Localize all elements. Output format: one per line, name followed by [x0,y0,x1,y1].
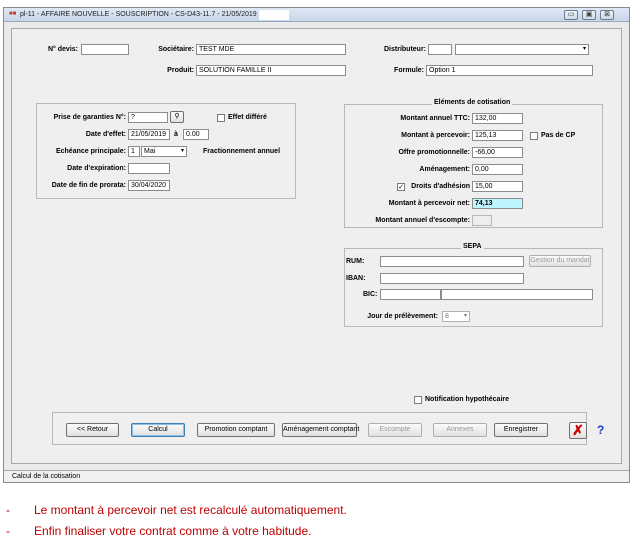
notification-checkbox[interactable] [414,396,422,404]
note-item: - Le montant à percevoir net est recalcul… [6,503,347,517]
amenagement-comptant-button[interactable]: Aménagement comptant [282,423,359,437]
restore-button[interactable]: ▣ [582,10,596,20]
montant-percevoir-label: Montant à percevoir: [401,132,470,139]
status-bar: Calcul de la cotisation [4,470,629,482]
calcul-button[interactable]: Calcul [131,423,185,437]
dropdown-arrow-icon: ▾ [463,313,467,319]
offre-promo-field[interactable]: -66,00 [472,147,523,158]
effet-differe-label: Effet différé [228,114,267,121]
magnifier-icon: ⚲ [174,113,180,120]
montant-net-label: Montant à percevoir net: [388,200,470,207]
cotisation-group-title: Eléments de cotisation [432,98,513,108]
note-text: Enfin finaliser votre contrat comme à vo… [34,524,312,538]
application-window: ■■ pl-11 - AFFAIRE NOUVELLE - SOUSCRIPTI… [3,7,630,483]
title-bar[interactable]: ■■ pl-11 - AFFAIRE NOUVELLE - SOUSCRIPTI… [4,8,629,22]
date-fin-prorata-field[interactable]: 30/04/2020 [128,180,170,191]
produit-field[interactable]: SOLUTION FAMILLE II [196,65,346,76]
societaire-field[interactable]: TEST MDE [196,44,346,55]
date-effet-field[interactable]: 21/05/2019 [128,129,170,140]
sepa-group-title: SEPA [461,242,484,252]
rum-label: RUM: [346,258,365,265]
echeance-label: Echéance principale: [55,148,126,155]
echeance-mois-select[interactable]: Mai ▾ [141,146,187,157]
annexes-button[interactable]: Annexes [433,423,487,437]
fractionnement-label: Fractionnement annuel [203,148,281,155]
note-item: - Enfin finaliser votre contrat comme à v… [6,524,312,538]
num-devis-label: N° devis: [47,46,78,53]
note-text: Le montant à percevoir net est recalculé… [34,503,347,517]
montant-percevoir-field[interactable]: 125,13 [472,130,523,141]
escompte-button[interactable]: Escompte [368,423,422,437]
droits-adhesion-field[interactable]: 15,00 [472,181,523,192]
minimize-button[interactable]: ▭ [564,10,578,20]
instruction-notes: - Le montant à percevoir net est recalcul… [6,500,347,542]
bic-field[interactable] [380,289,441,300]
promotion-comptant-button[interactable]: Promotion comptant [197,423,275,437]
produit-label: Produit: [167,67,194,74]
retour-button[interactable]: << Retour [66,423,119,437]
jour-prelevement-select[interactable]: 8 ▾ [442,311,470,322]
montant-net-field[interactable]: 74,13 [472,198,523,209]
montant-escompte-label: Montant annuel d'escompte: [375,217,470,224]
a-label: à [174,131,178,138]
pas-de-cp-checkbox[interactable] [530,132,538,140]
cancel-x-icon[interactable]: ✗ [569,422,587,439]
jour-prelevement-label: Jour de prélèvement: [367,313,438,320]
effet-differe-checkbox[interactable] [217,114,225,122]
offre-promo-label: Offre promotionnelle: [398,149,470,156]
montant-escompte-field [472,215,492,226]
formule-field[interactable]: Option 1 [426,65,593,76]
distributeur-code-field[interactable] [428,44,452,55]
iban-label: IBAN: [346,275,366,282]
droits-adhesion-checkbox[interactable]: ✓ [397,183,405,191]
close-button[interactable]: ⊠ [600,10,614,20]
montant-annuel-ttc-field[interactable]: 132,00 [472,113,523,124]
help-icon[interactable]: ? [597,423,604,437]
notification-label: Notification hypothécaire [425,396,510,403]
num-devis-field[interactable] [81,44,129,55]
date-expiration-label: Date d'expiration: [67,165,126,172]
heure-effet-field[interactable]: 0.00 [183,129,209,140]
formule-label: Formule: [394,67,424,74]
echeance-mois-value: Mai [144,148,156,155]
societaire-label: Sociétaire: [158,46,194,53]
app-logo-icon: ■■ [9,11,17,17]
gestion-mandat-button[interactable]: Gestion du mandat [529,255,591,267]
search-garanties-button[interactable]: ⚲ [170,111,184,123]
rum-field[interactable] [380,256,524,267]
echeance-jour-field[interactable]: 1 [128,146,140,157]
distributeur-label: Distributeur: [384,46,426,53]
enregistrer-button[interactable]: Enregistrer [494,423,548,437]
prise-garanties-field[interactable]: ? [128,112,168,123]
dropdown-arrow-icon: ▾ [180,148,184,154]
montant-annuel-ttc-label: Montant annuel TTC: [400,115,470,122]
prise-garanties-label: Prise de garanties N°: [53,114,126,121]
status-text: Calcul de la cotisation [12,473,81,480]
droits-adhesion-label: Droits d'adhésion [411,183,470,190]
date-expiration-field[interactable] [128,163,170,174]
date-fin-prorata-label: Date de fin de prorata: [51,182,126,189]
pas-de-cp-label: Pas de CP [541,132,576,139]
form-area: N° devis: Sociétaire: TEST MDE Distribut… [11,28,622,464]
amenagement-label: Aménagement: [419,166,470,173]
amenagement-field[interactable]: 0,00 [472,164,523,175]
iban-field[interactable] [380,273,524,284]
title-redacted-area [259,10,289,20]
bic-label: BIC: [363,291,378,298]
bic-bank-field[interactable] [441,289,593,300]
window-title: pl-11 - AFFAIRE NOUVELLE - SOUSCRIPTION … [20,11,261,18]
dropdown-arrow-icon: ▾ [582,46,586,52]
date-effet-label: Date d'effet: [85,131,126,138]
distributeur-select[interactable]: ▾ [455,44,589,55]
jour-prelevement-value: 8 [445,313,449,320]
